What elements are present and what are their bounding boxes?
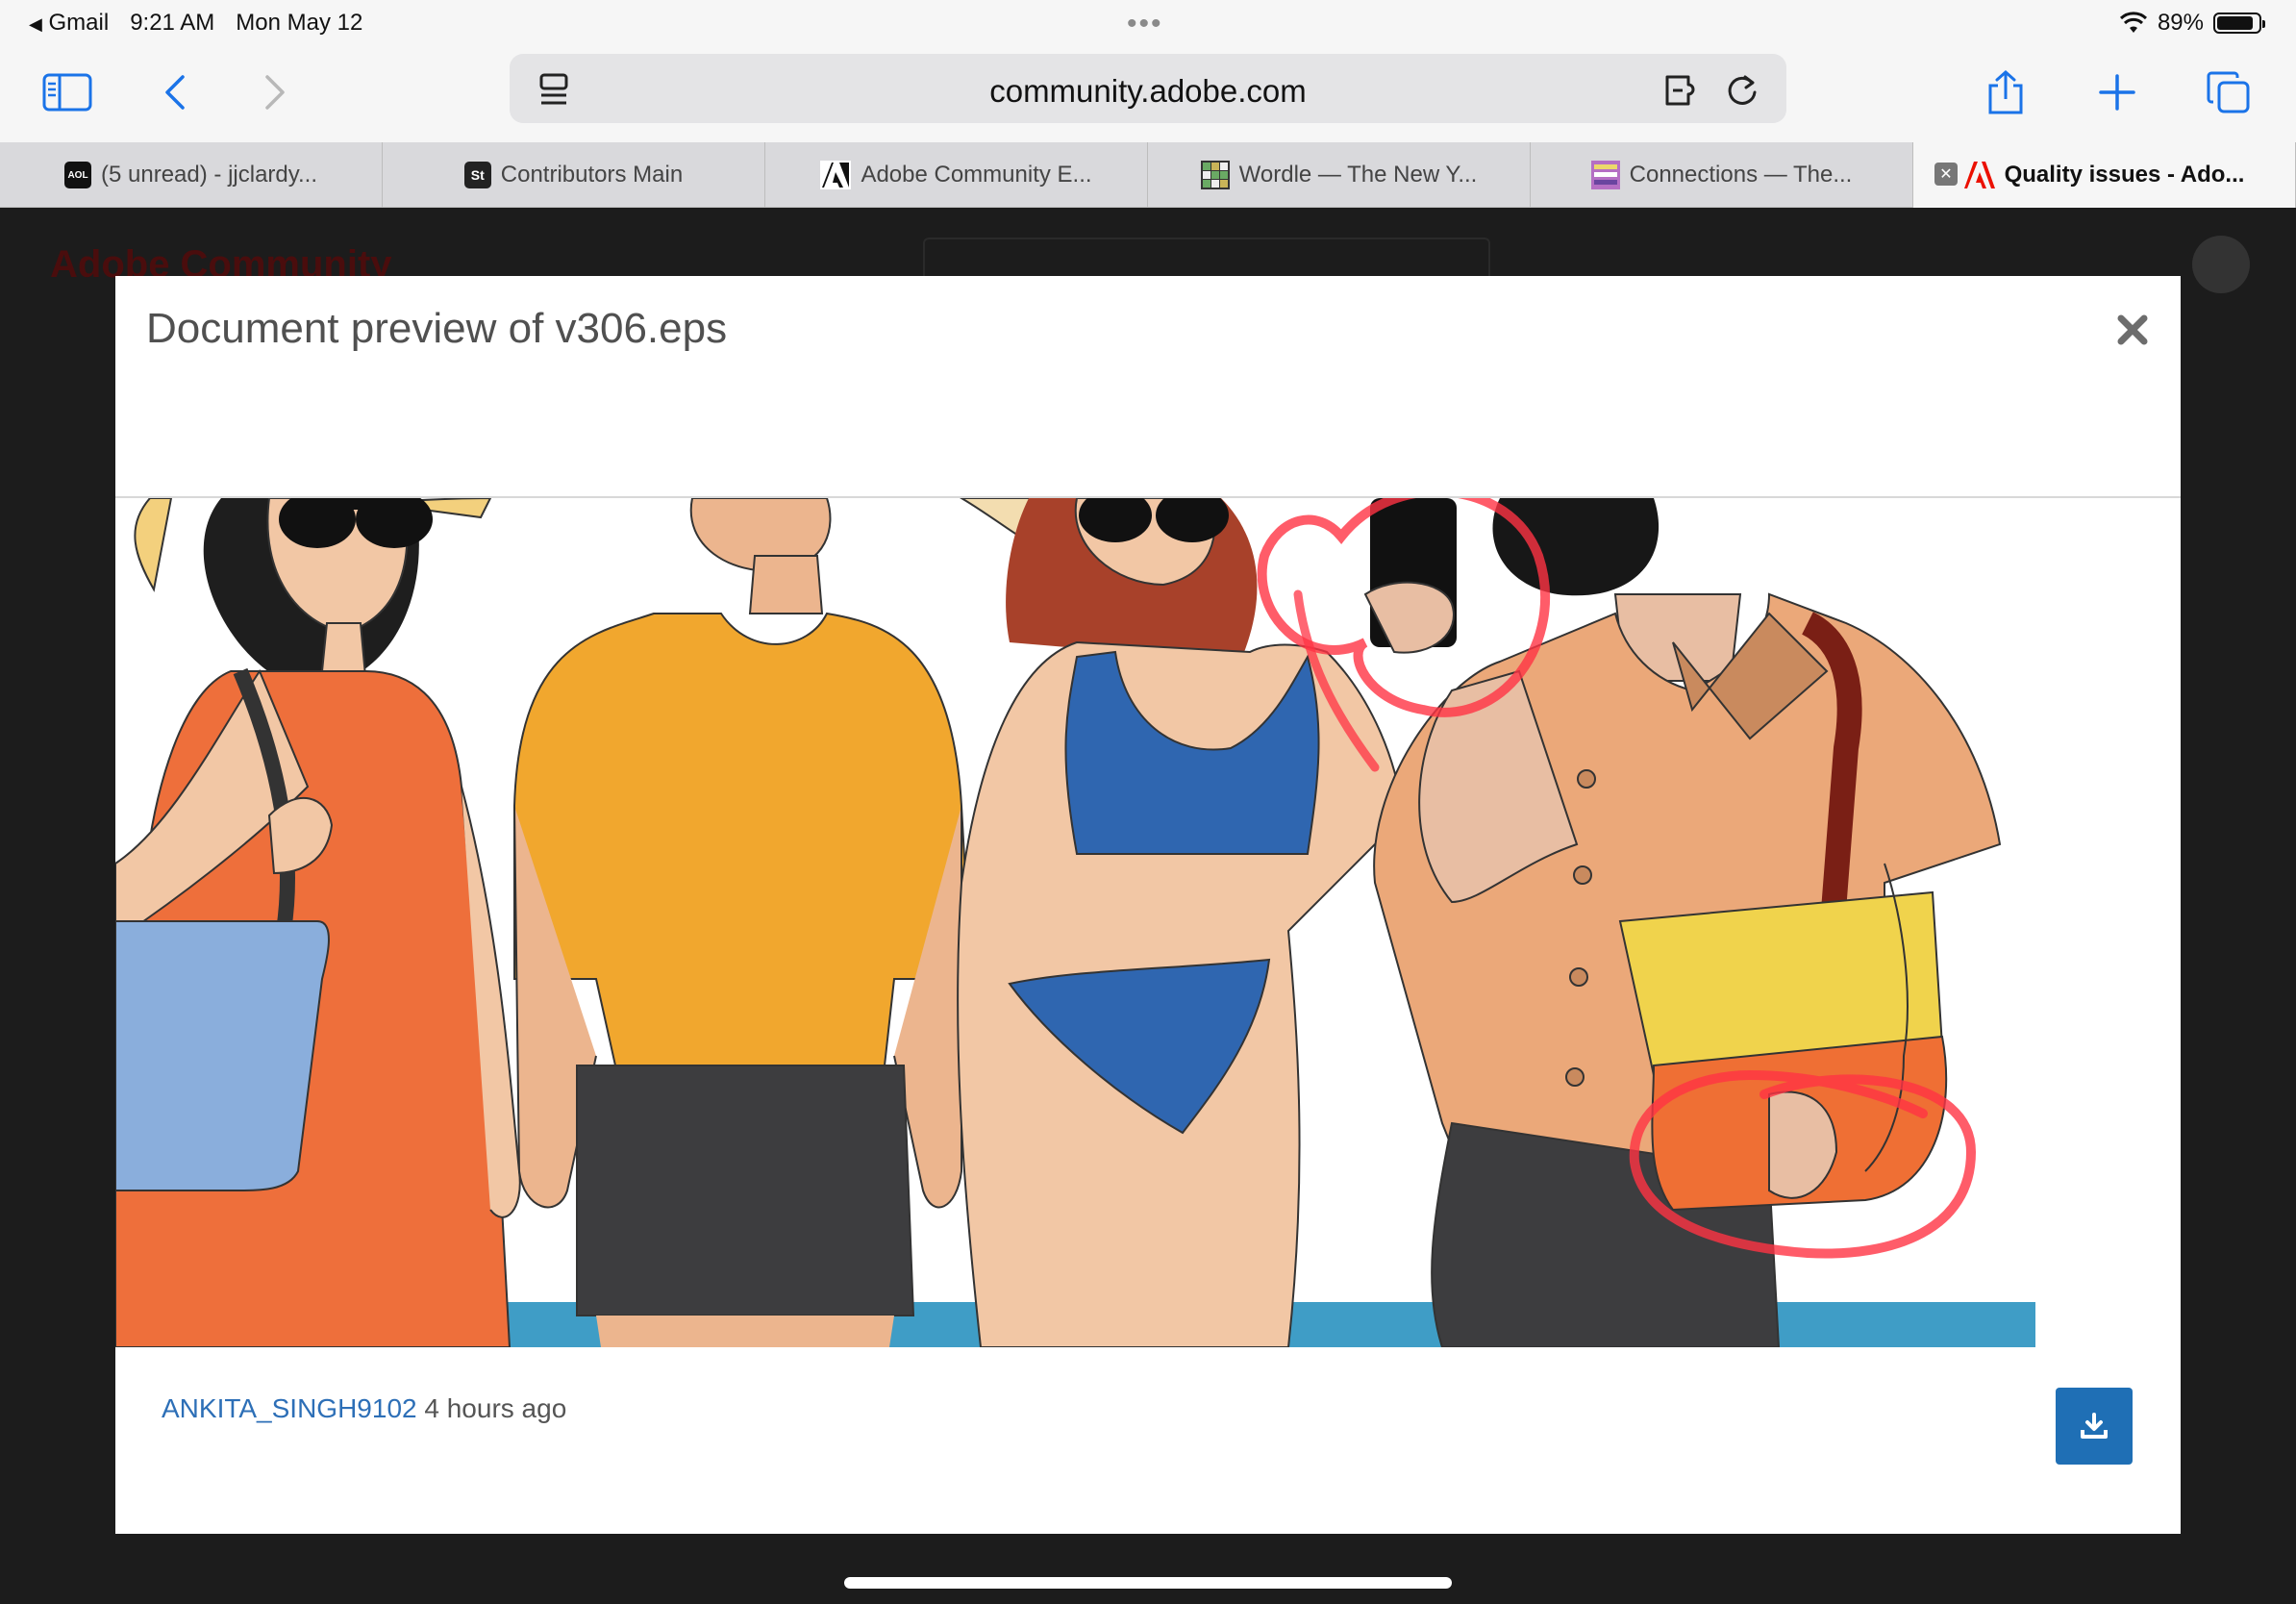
author-link[interactable]: ANKITA_SINGH9102	[162, 1393, 417, 1423]
download-button[interactable]	[2056, 1388, 2133, 1465]
avatar	[2192, 236, 2250, 293]
share-button[interactable]	[1975, 62, 2036, 123]
tab-label: Connections — The...	[1629, 162, 1853, 188]
tab-contributors-main[interactable]: St Contributors Main	[383, 142, 765, 208]
share-icon	[1988, 69, 2023, 114]
tab-label: Adobe Community E...	[861, 162, 1092, 188]
back-app-label: Gmail	[48, 10, 110, 36]
close-icon	[2117, 314, 2148, 345]
author-line: ANKITA_SINGH9102 4 hours ago	[162, 1393, 566, 1424]
status-time: 9:21 AM	[130, 10, 215, 36]
tab-aol-mail[interactable]: AOL (5 unread) - jjclardy...	[0, 142, 383, 208]
sidebar-button[interactable]	[37, 62, 98, 123]
wordle-grid-icon	[1200, 161, 1230, 189]
post-time: 4 hours ago	[424, 1393, 567, 1423]
chevron-left-icon	[165, 75, 185, 110]
address-bar[interactable]: community.adobe.com	[510, 54, 1786, 123]
browser-toolbar: community.adobe.com	[0, 46, 2296, 142]
tab-close-icon[interactable]: ✕	[1934, 163, 1958, 186]
tab-adobe-community[interactable]: Adobe Community E...	[765, 142, 1148, 208]
tab-label: Quality issues - Ado...	[2004, 162, 2245, 188]
adobe-red-icon	[1963, 162, 1995, 188]
extension-icon[interactable]	[1663, 69, 1706, 112]
reload-icon[interactable]	[1721, 69, 1763, 112]
tab-label: (5 unread) - jjclardy...	[101, 162, 317, 188]
back-button[interactable]	[144, 62, 206, 123]
battery-icon	[2213, 13, 2265, 34]
tab-label: Contributors Main	[500, 162, 684, 188]
adobe-icon	[820, 161, 852, 189]
tab-bar: AOL (5 unread) - jjclardy... St Contribu…	[0, 142, 2296, 208]
back-arrow-icon: ◀	[29, 14, 42, 34]
plus-icon	[2099, 74, 2135, 111]
battery-percent: 89%	[2157, 10, 2204, 36]
home-indicator[interactable]	[844, 1577, 1452, 1589]
tab-quality-issues[interactable]: ✕ Quality issues - Ado...	[1913, 142, 2296, 208]
back-to-app-link[interactable]: ◀ Gmail	[29, 10, 109, 37]
document-preview-modal: Document preview of v306.eps ANKITA_SING…	[115, 276, 2181, 1534]
modal-title: Document preview of v306.eps	[146, 305, 728, 352]
wifi-icon	[2119, 12, 2147, 33]
status-bar: ◀ Gmail 9:21 AM Mon May 12 ••• 89%	[0, 0, 2296, 46]
forward-button[interactable]	[244, 62, 306, 123]
download-icon	[2081, 1413, 2108, 1439]
close-button[interactable]	[2113, 311, 2152, 349]
tab-wordle[interactable]: Wordle — The New Y...	[1148, 142, 1531, 208]
connections-icon	[1590, 161, 1620, 189]
tab-connections[interactable]: Connections — The...	[1531, 142, 1913, 208]
url-text: community.adobe.com	[989, 73, 1307, 109]
chevron-right-icon	[265, 75, 285, 110]
status-date: Mon May 12	[236, 10, 363, 36]
document-preview-image	[115, 498, 2181, 1347]
sidebar-icon	[42, 73, 92, 112]
battery-fill	[2217, 16, 2254, 30]
tab-overview-button[interactable]	[2198, 62, 2259, 123]
adobe-stock-icon: St	[463, 162, 491, 188]
new-tab-button[interactable]	[2086, 62, 2148, 123]
aol-icon: AOL	[64, 162, 92, 188]
tab-label: Wordle — The New Y...	[1238, 162, 1478, 188]
tabs-icon	[2207, 71, 2250, 113]
multitasking-dots-icon[interactable]: •••	[1127, 8, 1163, 40]
beach-people-illustration	[115, 498, 2035, 1347]
